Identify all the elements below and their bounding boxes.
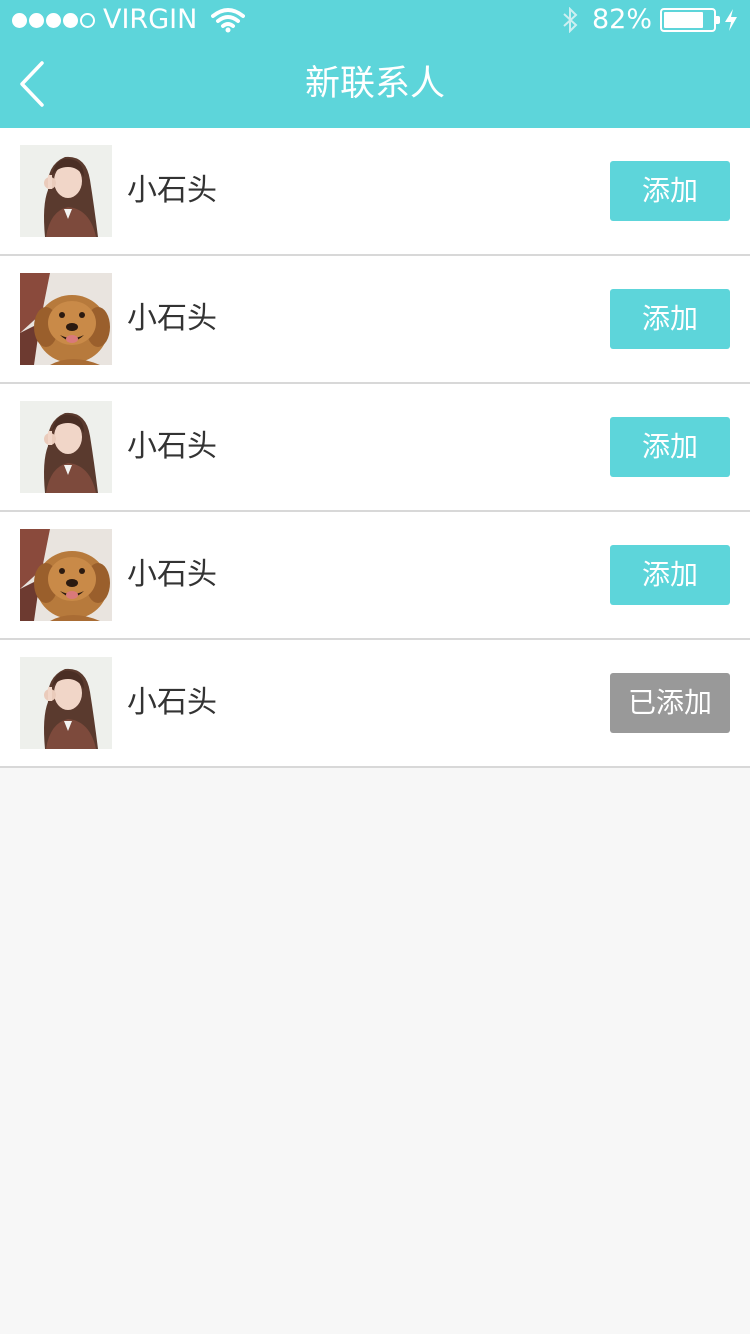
contact-row: 小石头 添加 [0,384,750,512]
navigation-bar: 新联系人 [0,40,750,128]
avatar [20,273,112,365]
wifi-icon [211,8,246,33]
contact-row: 小石头 添加 [0,512,750,640]
add-contact-button[interactable]: 添加 [610,289,730,349]
signal-strength-icon [12,12,97,28]
add-contact-button[interactable]: 添加 [610,417,730,477]
contact-name: 小石头 [127,685,217,720]
add-contact-button[interactable]: 添加 [610,545,730,605]
dog-photo-icon [20,273,112,365]
avatar [20,529,112,621]
contact-name: 小石头 [127,557,217,592]
page-title: 新联系人 [304,64,445,104]
dog-photo-icon [20,529,112,621]
contact-name: 小石头 [127,173,217,208]
contact-row: 小石头 添加 [0,128,750,256]
battery-percentage: 82% [591,4,652,35]
added-contact-button[interactable]: 已添加 [610,673,730,733]
avatar [20,401,112,493]
status-bar: VIRGIN 82% [0,0,750,40]
battery-icon [660,8,720,32]
carrier-name: VIRGIN [103,4,198,35]
contact-name: 小石头 [127,429,217,464]
woman-photo-icon [20,145,112,237]
contact-name: 小石头 [127,301,217,336]
avatar [20,145,112,237]
contact-row: 小石头 已添加 [0,640,750,768]
woman-photo-icon [20,401,112,493]
contact-row: 小石头 添加 [0,256,750,384]
bluetooth-icon [563,7,578,33]
woman-photo-icon [20,657,112,749]
avatar [20,657,112,749]
header: VIRGIN 82% 新联系人 [0,0,750,128]
add-contact-button[interactable]: 添加 [610,161,730,221]
contact-list: 小石头 添加 小石头 添加 小石头 添加 小石头 添加 小石头 已添加 [0,128,750,768]
charging-bolt-icon [725,9,737,31]
